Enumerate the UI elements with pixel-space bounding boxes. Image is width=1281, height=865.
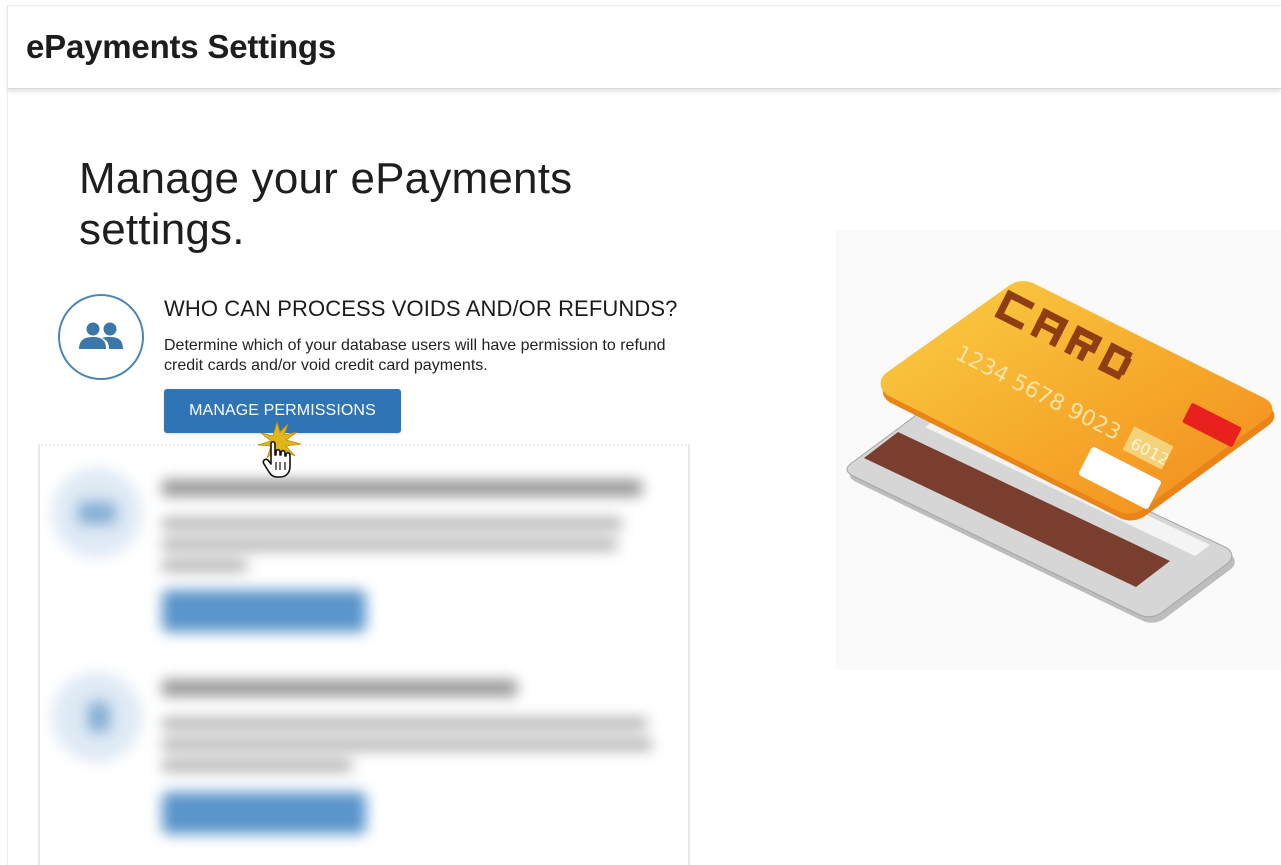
section-description: Determine which of your database users w… <box>164 337 666 374</box>
content-left-border <box>7 90 8 865</box>
section-title: WHO CAN PROCESS VOIDS AND/OR REFUNDS? <box>164 296 678 321</box>
page-header: ePayments Settings <box>7 5 1281 89</box>
hand-pointer-cursor-icon <box>257 420 302 478</box>
blurred-panel-frame <box>38 444 690 865</box>
users-icon <box>58 294 144 380</box>
credit-card-illustration: 1234 5678 9023 6012 <box>836 230 1281 670</box>
page-title: ePayments Settings <box>26 28 337 65</box>
main-headline: Manage your ePayments settings. <box>79 154 573 254</box>
